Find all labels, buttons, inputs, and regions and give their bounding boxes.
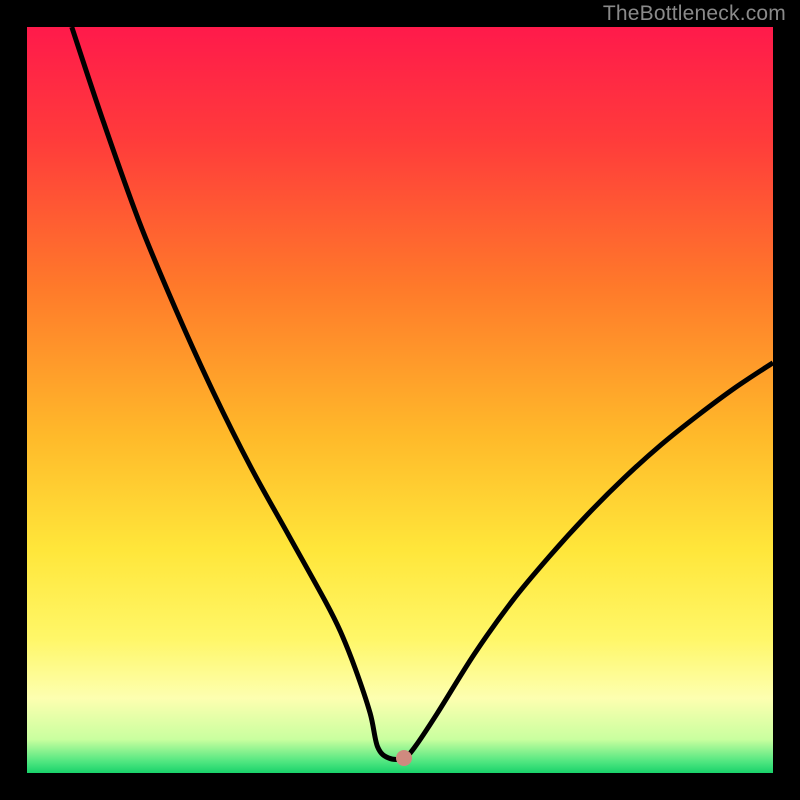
optimal-point-marker xyxy=(396,750,412,766)
bottleneck-chart xyxy=(27,27,773,773)
watermark-text: TheBottleneck.com xyxy=(603,2,786,26)
gradient-background xyxy=(27,27,773,773)
chart-frame: TheBottleneck.com xyxy=(0,0,800,800)
